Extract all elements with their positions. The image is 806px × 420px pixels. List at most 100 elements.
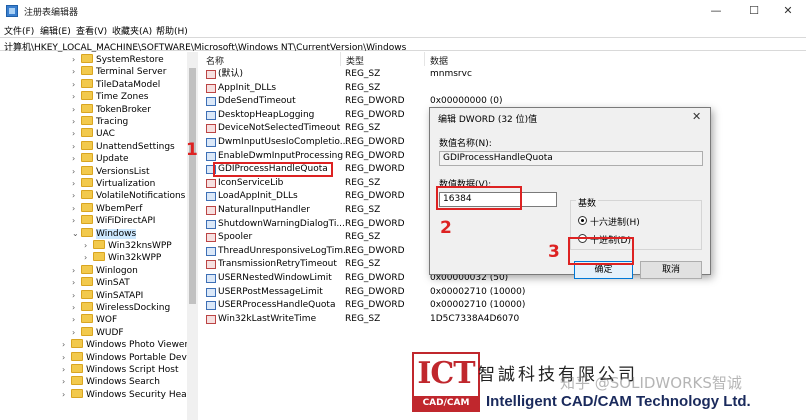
tree-item[interactable]: › WirelessDocking: [72, 302, 170, 314]
dialog-close-button[interactable]: ✕: [692, 110, 701, 123]
close-button[interactable]: ✕: [770, 0, 806, 22]
tree-item[interactable]: › Windows Portable Devices: [62, 351, 197, 364]
chevron-right-icon[interactable]: ›: [62, 364, 71, 376]
tree-item[interactable]: › WOF: [72, 314, 117, 326]
tree-item-label: WiFiDirectAPI: [96, 216, 156, 227]
chevron-down-icon[interactable]: ⌄: [72, 228, 81, 240]
chevron-right-icon[interactable]: ›: [72, 54, 81, 66]
column-divider[interactable]: [424, 52, 425, 66]
logo-ict-text: ICT: [417, 356, 475, 391]
hex-radio-label[interactable]: 十六进制(H): [590, 215, 640, 228]
chevron-right-icon[interactable]: ›: [72, 265, 81, 277]
tree-item[interactable]: › WinSAT: [72, 277, 130, 289]
tree-item[interactable]: › Update: [72, 153, 129, 165]
value-type: REG_DWORD: [345, 286, 405, 297]
chevron-right-icon[interactable]: ›: [72, 128, 81, 140]
chevron-right-icon[interactable]: ›: [72, 166, 81, 178]
chevron-right-icon[interactable]: ›: [72, 290, 81, 302]
chevron-right-icon[interactable]: ›: [72, 277, 81, 289]
value-name: DesktopHeapLogging: [218, 109, 315, 120]
column-type[interactable]: 类型: [346, 54, 364, 67]
chevron-right-icon[interactable]: ›: [72, 314, 81, 326]
tree-item[interactable]: › VersionsList: [72, 165, 150, 178]
tree-item[interactable]: › WinSATAPI: [72, 289, 143, 302]
value-type: REG_SZ: [345, 123, 381, 134]
tree-item[interactable]: › Virtualization: [72, 178, 155, 190]
value-data: 0x00002710 (10000): [430, 300, 526, 311]
folder-icon: [81, 153, 93, 163]
tree-item[interactable]: › Time Zones: [72, 91, 149, 103]
chevron-right-icon[interactable]: ›: [62, 376, 71, 388]
chevron-right-icon[interactable]: ›: [72, 190, 81, 202]
tree-item[interactable]: › Winlogon: [72, 264, 138, 277]
table-row[interactable]: USERPostMessageLimit REG_DWORD 0x00002710 …: [199, 286, 806, 299]
chevron-right-icon[interactable]: ›: [72, 203, 81, 215]
key-tree[interactable]: › SystemRestore › Terminal Server › TileDataM…: [0, 52, 198, 420]
tree-item[interactable]: › Windows Search: [62, 376, 160, 388]
menu-edit[interactable]: 编辑(E): [40, 24, 71, 37]
column-divider[interactable]: [340, 52, 341, 66]
chevron-right-icon[interactable]: ›: [62, 339, 71, 351]
table-row[interactable]: USERProcessHandleQuota REG_DWORD 0x0000271…: [199, 299, 806, 312]
chevron-right-icon[interactable]: ›: [72, 141, 81, 153]
chevron-right-icon[interactable]: ›: [84, 252, 93, 264]
tree-item[interactable]: › Windows Script Host: [62, 364, 179, 376]
folder-icon: [81, 190, 93, 200]
value-data: mnmsrvc: [430, 69, 472, 79]
address-bar[interactable]: 计算机\HKEY_LOCAL_MACHINE\SOFTWARE\Microsof…: [0, 37, 806, 53]
menu-view[interactable]: 查看(V): [76, 24, 107, 37]
chevron-right-icon[interactable]: ›: [72, 302, 81, 314]
column-data[interactable]: 数据: [430, 54, 448, 67]
chevron-right-icon[interactable]: ›: [62, 352, 71, 364]
menu-help[interactable]: 帮助(H): [156, 24, 188, 37]
tree-item[interactable]: › WbemPerf: [72, 202, 142, 215]
table-row[interactable]: (默认) REG_SZ mnmsrvc: [199, 68, 806, 81]
hex-radio[interactable]: [578, 216, 587, 225]
tree-item[interactable]: › Tracing: [72, 116, 128, 128]
chevron-right-icon[interactable]: ›: [72, 91, 81, 103]
tree-item[interactable]: › TokenBroker: [72, 103, 151, 116]
minimize-button[interactable]: —: [698, 0, 734, 22]
chevron-right-icon[interactable]: ›: [72, 116, 81, 128]
chevron-right-icon[interactable]: ›: [72, 79, 81, 91]
tree-item[interactable]: › UAC: [72, 128, 115, 140]
chevron-right-icon[interactable]: ›: [72, 327, 81, 339]
tree-item[interactable]: › TileDataModel: [72, 78, 160, 91]
tree-item[interactable]: › UnattendSettings: [72, 140, 175, 153]
chevron-right-icon[interactable]: ›: [72, 178, 81, 190]
binary-value-icon: [206, 151, 216, 161]
table-row[interactable]: AppInit_DLLs REG_SZ: [199, 82, 806, 95]
tree-item[interactable]: › Win32knsWPP: [84, 240, 172, 252]
chevron-right-icon[interactable]: ›: [84, 240, 93, 252]
tree-item[interactable]: ⌄ Windows: [72, 227, 137, 240]
tree-scrollbar-thumb[interactable]: [189, 68, 196, 304]
tree-item[interactable]: › Terminal Server: [72, 66, 166, 78]
folder-icon: [93, 252, 105, 262]
tree-item[interactable]: › WUDF: [72, 326, 124, 339]
value-name: Win32kLastWriteTime: [218, 313, 317, 324]
maximize-button[interactable]: ☐: [736, 0, 772, 22]
tree-item[interactable]: › SystemRestore: [72, 54, 164, 66]
chevron-right-icon[interactable]: ›: [72, 66, 81, 78]
tree-item[interactable]: › Windows Security Health: [62, 388, 197, 401]
menu-favorites[interactable]: 收藏夹(A): [112, 24, 152, 37]
table-row[interactable]: Win32kLastWriteTime REG_SZ 1D5C7338A4D6070: [199, 313, 806, 326]
value-name-field[interactable]: GDIProcessHandleQuota: [439, 151, 703, 166]
menu-file[interactable]: 文件(F): [4, 24, 34, 37]
chevron-right-icon[interactable]: ›: [72, 153, 81, 165]
chevron-right-icon[interactable]: ›: [62, 389, 71, 401]
tree-item[interactable]: › WiFiDirectAPI: [72, 215, 155, 227]
cancel-button[interactable]: 取消: [640, 261, 702, 279]
value-type: REG_SZ: [345, 259, 381, 270]
tree-item[interactable]: › Windows Photo Viewer: [62, 339, 188, 351]
tree-item-label: Tracing: [96, 117, 129, 127]
tree-item[interactable]: › Win32kWPP: [84, 252, 161, 264]
column-name[interactable]: 名称: [206, 54, 224, 67]
base-label: 基数: [576, 196, 599, 209]
chevron-right-icon[interactable]: ›: [72, 104, 81, 116]
chevron-right-icon[interactable]: ›: [72, 215, 81, 227]
folder-icon: [81, 128, 93, 138]
tree-item-label: Win32knsWPP: [108, 241, 172, 251]
tree-item-label: Windows Photo Viewer: [86, 340, 189, 351]
tree-item[interactable]: › VolatileNotifications: [72, 190, 185, 202]
